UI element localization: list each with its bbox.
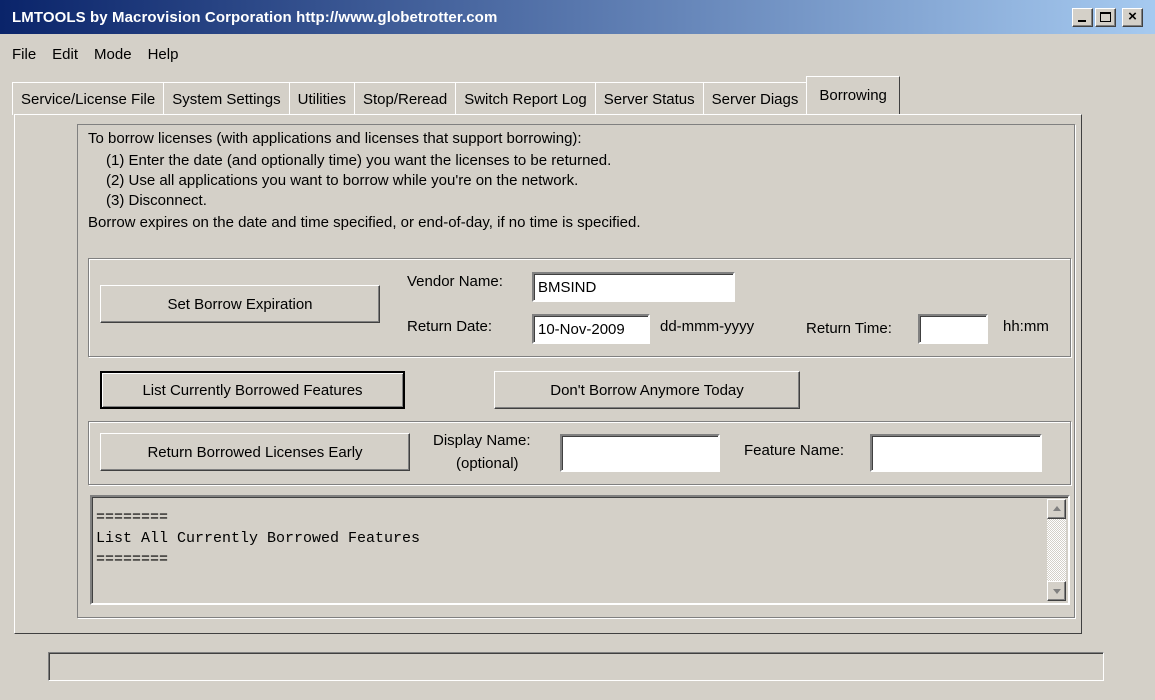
tab-strip: Service/License File System Settings Uti… xyxy=(12,76,900,116)
tab-system-settings[interactable]: System Settings xyxy=(163,82,290,115)
window-title: LMTOOLS by Macrovision Corporation http:… xyxy=(12,8,498,26)
tab-borrowing[interactable]: Borrowing xyxy=(806,76,900,114)
tab-utilities[interactable]: Utilities xyxy=(288,82,355,115)
tab-server-diags[interactable]: Server Diags xyxy=(702,82,808,115)
menu-mode[interactable]: Mode xyxy=(94,46,132,63)
menu-edit[interactable]: Edit xyxy=(52,46,78,63)
menu-bar: File Edit Mode Help xyxy=(0,34,1155,74)
maximize-button[interactable] xyxy=(1095,8,1116,27)
maximize-icon xyxy=(1100,12,1111,22)
close-button[interactable]: × xyxy=(1122,8,1143,27)
menu-file[interactable]: File xyxy=(12,46,36,63)
menu-help[interactable]: Help xyxy=(148,46,179,63)
tab-stop-reread[interactable]: Stop/Reread xyxy=(353,82,457,115)
title-bar[interactable]: LMTOOLS by Macrovision Corporation http:… xyxy=(0,0,1155,34)
caption-buttons: × xyxy=(1072,8,1143,27)
tab-switch-report-log[interactable]: Switch Report Log xyxy=(455,82,596,115)
status-bar xyxy=(48,652,1104,681)
minimize-icon xyxy=(1078,20,1086,22)
tab-server-status[interactable]: Server Status xyxy=(594,82,704,115)
tab-service-license-file[interactable]: Service/License File xyxy=(12,82,165,115)
tab-panel xyxy=(14,114,1082,634)
close-icon: × xyxy=(1128,8,1137,25)
minimize-button[interactable] xyxy=(1072,8,1093,27)
